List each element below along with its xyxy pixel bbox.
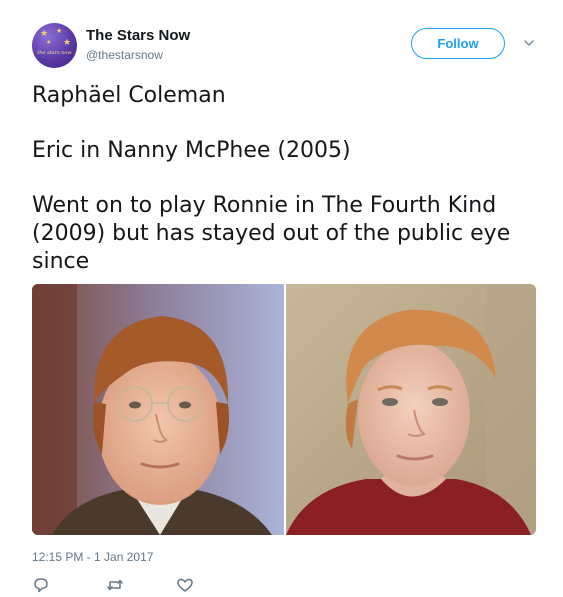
avatar-logo-text: the stars now — [37, 50, 72, 56]
star-icon: ★ — [40, 28, 49, 38]
display-name[interactable]: The Stars Now — [86, 27, 190, 44]
chevron-down-icon[interactable] — [522, 36, 536, 50]
tweet-line: Raphäel Coleman — [32, 83, 226, 108]
user-handle[interactable]: @thestarsnow — [86, 48, 163, 62]
star-icon: ★ — [63, 37, 72, 47]
follow-button[interactable]: Follow — [411, 28, 505, 59]
tweet-line: Went on to play Ronnie in The Fourth Kin… — [32, 193, 511, 274]
star-icon: ★ — [56, 28, 63, 35]
photo-adult-actor[interactable] — [286, 284, 536, 535]
tweet-media[interactable] — [32, 284, 536, 535]
like-icon[interactable] — [176, 576, 194, 594]
star-icon: ★ — [46, 40, 52, 46]
photo-child-actor[interactable] — [32, 284, 284, 535]
tweet-timestamp[interactable]: 12:15 PM - 1 Jan 2017 — [32, 550, 153, 564]
reply-icon[interactable] — [32, 576, 50, 594]
tweet-line: Eric in Nanny McPhee (2005) — [32, 138, 351, 163]
tweet-text: Raphäel Coleman Eric in Nanny McPhee (20… — [32, 82, 532, 276]
retweet-icon[interactable] — [106, 576, 124, 594]
avatar[interactable]: ★ ★ ★ ★ the stars now — [32, 23, 77, 68]
